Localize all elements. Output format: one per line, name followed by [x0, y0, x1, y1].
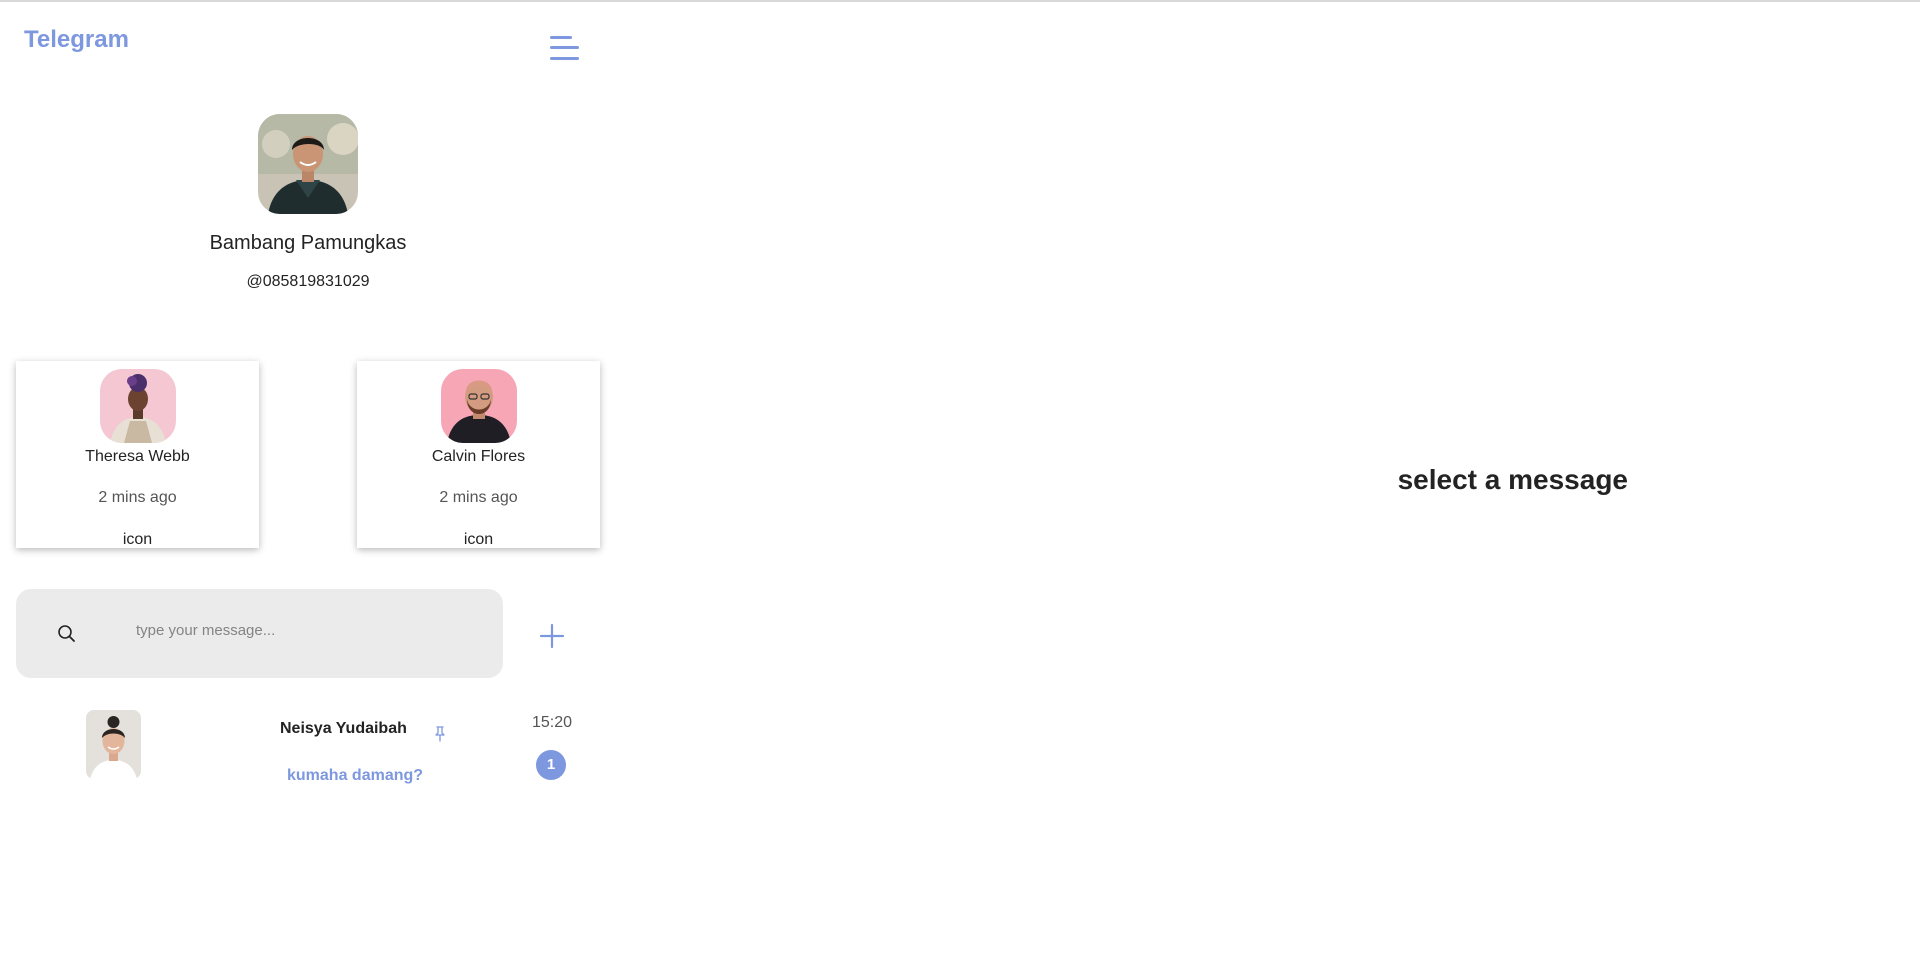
story-time: 2 mins ago [98, 489, 177, 506]
story-icon-label: icon [463, 531, 494, 548]
chat-panel: select a message [610, 2, 1920, 968]
story-icon-label: icon [122, 531, 153, 548]
unread-badge: 1 [536, 750, 566, 780]
sidebar: Telegram Bambang Pamungkas @085819831029 [0, 2, 610, 968]
chat-list-item[interactable]: Neisya Yudaibah kumaha damang? 15:20 1 [0, 702, 600, 792]
chat-name: Neisya Yudaibah [280, 720, 407, 737]
profile-section: Bambang Pamungkas @085819831029 [0, 114, 616, 291]
story-card[interactable]: Calvin Flores 2 mins ago icon [357, 361, 600, 548]
empty-state-text: select a message [1397, 464, 1628, 495]
profile-name: Bambang Pamungkas [209, 232, 407, 254]
chat-last-message: kumaha damang? [287, 767, 424, 784]
avatar [86, 710, 141, 779]
pin-icon [435, 726, 445, 742]
story-name: Calvin Flores [431, 448, 526, 465]
search-bar[interactable] [16, 589, 503, 678]
profile-handle: @085819831029 [246, 273, 370, 290]
search-icon [58, 625, 75, 642]
chat-time: 15:20 [532, 714, 573, 731]
story-time: 2 mins ago [439, 489, 518, 506]
menu-icon[interactable] [550, 36, 580, 62]
story-card[interactable]: Theresa Webb 2 mins ago icon [16, 361, 259, 548]
search-input[interactable] [136, 615, 476, 645]
story-name: Theresa Webb [85, 448, 190, 465]
avatar [440, 369, 517, 443]
add-icon[interactable] [537, 621, 567, 651]
profile-avatar[interactable] [258, 114, 358, 214]
avatar [99, 369, 176, 443]
app-title: Telegram [24, 26, 129, 53]
